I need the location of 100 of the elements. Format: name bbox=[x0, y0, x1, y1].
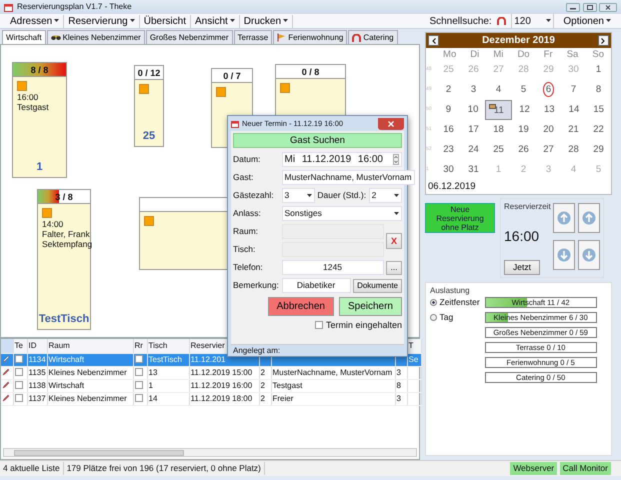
next-month-button[interactable] bbox=[598, 35, 609, 46]
menu-item[interactable]: Drucken bbox=[240, 14, 294, 28]
glasses-icon bbox=[50, 34, 61, 40]
new-reservation-button[interactable]: Neue Reservierung ohne Platz bbox=[425, 202, 495, 233]
restaurant-table[interactable]: 0 / 12 25 bbox=[134, 65, 164, 147]
calendar-day[interactable]: 12 bbox=[512, 100, 537, 120]
field-label: Raum: bbox=[233, 225, 260, 238]
calendar-day[interactable]: 13 bbox=[536, 100, 562, 120]
occasion-select[interactable]: Sonstiges bbox=[282, 206, 402, 221]
calendar-day[interactable]: 22 bbox=[586, 120, 611, 140]
calendar-day[interactable]: 23 bbox=[436, 140, 461, 160]
spinner-icon[interactable] bbox=[393, 154, 399, 165]
table-cell: 1 bbox=[148, 380, 153, 390]
weekday-label: Mo bbox=[443, 49, 456, 60]
close-button[interactable] bbox=[378, 118, 404, 130]
calendar-day[interactable]: 14 bbox=[562, 100, 586, 120]
field-label: Tisch: bbox=[233, 243, 256, 256]
quick-search-field[interactable]: 120 bbox=[510, 14, 554, 28]
tab[interactable]: Großes Nebenzimmer bbox=[146, 30, 233, 44]
tab[interactable]: Kleines Nebenzimmer bbox=[46, 30, 145, 44]
tab[interactable]: Catering bbox=[348, 30, 398, 44]
calendar-day[interactable]: 10 bbox=[460, 100, 486, 120]
checkbox[interactable] bbox=[134, 381, 142, 390]
cancel-button[interactable]: Abbrechen bbox=[268, 297, 334, 316]
calendar-day[interactable]: 8 bbox=[586, 80, 611, 100]
calendar-day[interactable]: 29 bbox=[586, 140, 611, 160]
calendar-day[interactable]: 31 bbox=[461, 160, 486, 180]
table-cell: 11.12.2019 15:00 bbox=[190, 368, 252, 376]
caret-icon bbox=[606, 19, 611, 23]
down-button[interactable] bbox=[578, 240, 600, 270]
calendar-day[interactable]: 21 bbox=[561, 120, 586, 140]
calendar-day[interactable]: 26 bbox=[511, 140, 536, 160]
checkbox[interactable] bbox=[14, 368, 22, 376]
calendar-day[interactable]: 27 bbox=[536, 140, 561, 160]
field-label: Gast: bbox=[233, 171, 254, 184]
horizontal-scrollbar[interactable] bbox=[3, 448, 417, 457]
search-guest-button[interactable]: Gast Suchen bbox=[233, 133, 402, 148]
documents-button[interactable]: Dokumente bbox=[353, 278, 402, 292]
column-header[interactable]: Raum bbox=[48, 340, 70, 350]
phone-field[interactable]: 1245 bbox=[282, 260, 384, 275]
calendar-day[interactable]: 9 bbox=[436, 100, 461, 120]
calendar-day[interactable]: 1 bbox=[586, 60, 611, 80]
radio-button[interactable] bbox=[430, 314, 437, 321]
more-button[interactable]: ... bbox=[386, 260, 402, 274]
now-button[interactable]: Jetzt bbox=[504, 260, 540, 275]
tab[interactable]: Terrasse bbox=[234, 30, 272, 44]
maximize-icon[interactable] bbox=[582, 2, 596, 12]
close-icon[interactable] bbox=[599, 2, 617, 12]
checkbox[interactable] bbox=[134, 355, 142, 364]
calendar-day[interactable]: 17 bbox=[461, 120, 486, 140]
weekday-label: Fr bbox=[544, 49, 553, 60]
window-title: Reservierungsplan V1.7 - Theke bbox=[17, 1, 132, 13]
table-row[interactable]: 1137 Kleines Nebenzimmer 14 11.12.2019 18:00 2 Freier 3 bbox=[1, 392, 421, 405]
calendar-day[interactable]: 24 bbox=[461, 140, 486, 160]
previous-month-button[interactable] bbox=[428, 35, 439, 46]
checkbox[interactable] bbox=[14, 355, 22, 364]
date-time-field[interactable]: Mi 11.12.2019 16:00 bbox=[282, 152, 402, 167]
calendar-day[interactable]: 2 bbox=[436, 80, 461, 100]
table-row[interactable]: 1138 Wirtschaft 1 11.12.2019 16:00 2 Testgast 8 bbox=[1, 379, 421, 392]
calendar-day[interactable]: 19 bbox=[511, 120, 536, 140]
clear-button[interactable]: X bbox=[386, 232, 402, 248]
guest-field[interactable]: MusterNachname, MusterVornam bbox=[282, 170, 415, 185]
calendar-day[interactable]: 18 bbox=[486, 120, 511, 140]
menu-item[interactable]: Adressen bbox=[6, 14, 64, 28]
time-display: 16:00 bbox=[504, 226, 540, 246]
duration-select[interactable]: 2 bbox=[368, 188, 402, 203]
field-label: Dauer (Std.): bbox=[317, 189, 366, 202]
calendar-day[interactable]: 20 bbox=[536, 120, 561, 140]
guest-count-select[interactable]: 3 bbox=[282, 188, 315, 203]
calendar-day[interactable]: 25 bbox=[486, 140, 511, 160]
up-button[interactable] bbox=[578, 203, 600, 234]
checkbox[interactable] bbox=[14, 381, 22, 390]
calendar-day[interactable]: 7 bbox=[561, 80, 586, 100]
menu-item[interactable]: Übersicht bbox=[140, 14, 191, 28]
up-button[interactable] bbox=[553, 203, 576, 234]
calendar-day[interactable]: 3 bbox=[461, 80, 486, 100]
calendar-day[interactable]: 16 bbox=[436, 120, 461, 140]
checkbox[interactable] bbox=[14, 394, 22, 402]
save-button[interactable]: Speichern bbox=[338, 297, 402, 316]
tab[interactable]: Ferienwohnung bbox=[273, 30, 348, 44]
month-title: Dezember 2019 bbox=[482, 34, 555, 48]
remark-field[interactable]: Diabetiker bbox=[282, 278, 351, 293]
table-row[interactable]: 1135 Kleines Nebenzimmer 13 11.12.2019 15:00 2 MusterNachname, MusterVornam 3 bbox=[1, 366, 421, 379]
calendar-day[interactable]: 15 bbox=[586, 100, 612, 120]
minimize-icon[interactable] bbox=[566, 2, 580, 12]
calendar-day[interactable]: 28 bbox=[561, 140, 586, 160]
checkbox[interactable] bbox=[134, 368, 142, 376]
down-button[interactable] bbox=[553, 240, 576, 270]
calendar-day[interactable]: 30 bbox=[436, 160, 461, 180]
radio-button[interactable] bbox=[430, 299, 437, 306]
options-menu[interactable]: Optionen bbox=[559, 14, 615, 28]
tab[interactable]: Wirtschaft bbox=[2, 30, 46, 44]
menu-item[interactable]: Reservierung bbox=[64, 14, 140, 28]
menu-item[interactable]: Ansicht bbox=[190, 14, 240, 28]
calendar-day[interactable]: 5 bbox=[511, 80, 536, 100]
calendar-day[interactable]: 4 bbox=[486, 80, 511, 100]
checkbox[interactable] bbox=[315, 321, 324, 330]
checkbox[interactable] bbox=[134, 394, 142, 402]
restaurant-table[interactable]: 8 / 8 16:00 Testgast 1 bbox=[12, 62, 67, 178]
calendar-day[interactable]: 6 bbox=[536, 80, 561, 100]
